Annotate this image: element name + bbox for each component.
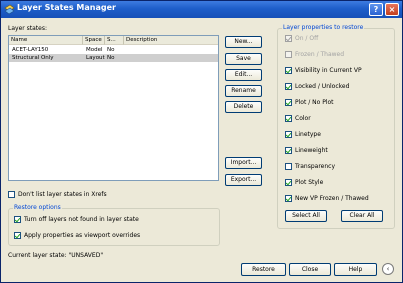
plot-style-label: Plot Style [295,179,324,186]
color-checkbox[interactable] [285,115,292,122]
row-same: No [107,47,115,53]
edit-button[interactable]: Edit... [225,69,262,81]
color-label: Color [295,115,311,122]
new-vp-frozen-thawed-checkbox[interactable] [285,195,292,202]
restore-options-group [8,208,220,246]
new-button[interactable]: New... [225,36,262,48]
current-layer-state-text: Current layer state: "UNSAVED" [8,252,104,259]
layer-states-label: Layer states: [8,25,47,32]
column-header-same[interactable]: S... [105,36,124,45]
layer-states-icon [4,4,15,15]
frozen-thawed-label: Frozen / Thawed [295,51,345,58]
lineweight-checkbox[interactable] [285,147,292,154]
viewport-overrides-label: Apply properties as viewport overrides [24,232,141,239]
row-space: Model [86,47,103,53]
restore-button[interactable]: Restore [241,263,286,276]
lineweight-label: Lineweight [295,147,328,154]
table-row[interactable]: Structural Only Layout No [9,54,218,62]
title-bar: Layer States Manager ? × [1,1,402,18]
delete-button[interactable]: Delete [225,101,262,113]
column-header-description[interactable]: Description [124,36,218,45]
plot-no-plot-checkbox[interactable] [285,99,292,106]
row-name: ACET-LAY150 [12,47,49,53]
dont-list-xrefs-label: Don't list layer states in Xrefs [18,191,107,198]
dont-list-xrefs-checkbox[interactable] [8,191,15,198]
help-button[interactable]: Help [334,263,377,276]
row-space: Layout [86,55,105,61]
on-off-label: On / Off [295,35,319,42]
linetype-label: Linetype [295,131,321,138]
close-title-button[interactable]: × [385,3,399,16]
layer-properties-title: Layer properties to restore [282,24,365,31]
rename-button[interactable]: Rename [225,85,262,97]
frozen-thawed-checkbox[interactable] [285,51,292,58]
close-button[interactable]: Close [289,263,331,276]
save-button[interactable]: Save [225,53,262,65]
clear-all-button[interactable]: Clear All [341,210,383,222]
visibility-current-vp-label: Visibility in Current VP [295,67,362,74]
locked-unlocked-checkbox[interactable] [285,83,292,90]
plot-no-plot-label: Plot / No Plot [295,99,334,106]
restore-options-title: Restore options [13,204,62,211]
viewport-overrides-checkbox[interactable] [14,232,21,239]
turn-off-missing-layers-label: Turn off layers not found in layer state [24,216,139,223]
table-row[interactable]: ACET-LAY150 Model No [9,46,218,54]
locked-unlocked-label: Locked / Unlocked [295,83,350,90]
turn-off-missing-layers-checkbox[interactable] [14,216,21,223]
export-button[interactable]: Export... [225,174,262,186]
collapse-arrow-icon[interactable]: ‹ [382,263,394,275]
visibility-current-vp-checkbox[interactable] [285,67,292,74]
transparency-label: Transparency [295,163,336,170]
row-same: No [107,55,115,61]
linetype-checkbox[interactable] [285,131,292,138]
layer-states-manager-dialog: Layer States Manager ? × Layer states: N… [0,0,403,283]
on-off-checkbox[interactable] [285,35,292,42]
column-header-space[interactable]: Space [83,36,105,45]
column-header-name[interactable]: Name [9,36,83,45]
select-all-button[interactable]: Select All [285,210,327,222]
import-button[interactable]: Import... [225,157,262,169]
help-title-button[interactable]: ? [369,3,383,16]
window-title: Layer States Manager [17,3,116,12]
plot-style-checkbox[interactable] [285,179,292,186]
layer-states-list[interactable]: Name Space S... Description ACET-LAY150 … [8,35,219,181]
row-name: Structural Only [12,55,54,61]
new-vp-frozen-thawed-label: New VP Frozen / Thawed [295,195,369,202]
transparency-checkbox[interactable] [285,163,292,170]
